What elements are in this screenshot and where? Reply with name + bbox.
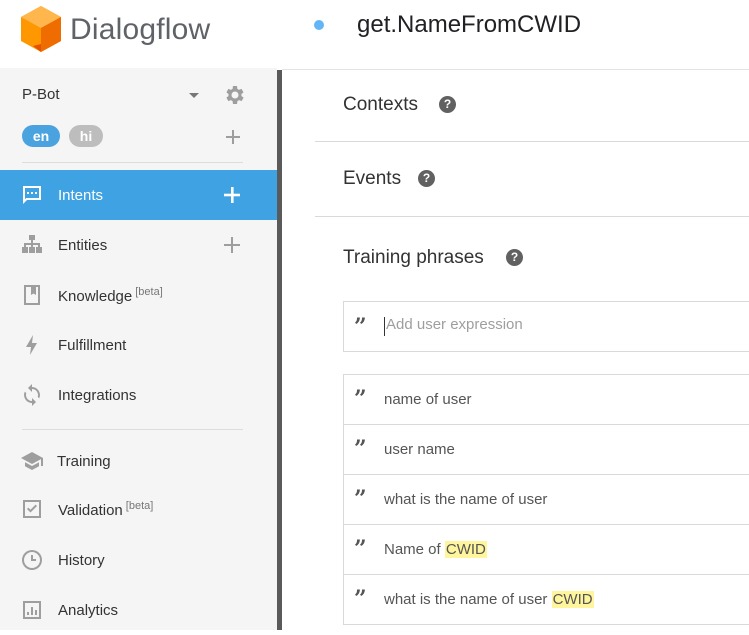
events-section[interactable]: Events ? [315,142,749,217]
sidebar-item-integrations[interactable]: Integrations [0,370,277,420]
list-item[interactable]: ” what is the name of user CWID [344,575,749,625]
sidebar-item-label: History [58,551,105,569]
graduation-cap-icon [21,452,43,470]
dialogflow-logo-icon [21,6,61,52]
sidebar-divider [22,429,243,430]
intent-title[interactable]: get.NameFromCWID [357,11,581,39]
sidebar-divider [22,162,243,163]
quote-icon: ” [354,586,367,612]
gear-icon[interactable] [222,83,246,107]
logo-bar: Dialogflow [0,0,277,68]
book-icon [24,285,40,305]
help-icon[interactable]: ? [439,96,456,113]
quote-icon: ” [354,314,367,340]
entity-annotation[interactable]: CWID [444,541,487,558]
add-expression-box[interactable]: ” [343,301,749,352]
quote-icon: ” [354,386,367,412]
sidebar-item-validation[interactable]: Validation [beta] [0,484,277,534]
help-icon[interactable]: ? [506,249,523,266]
phrase-text[interactable]: what is the name of user CWID [384,591,594,608]
add-intent-plus-icon[interactable] [222,185,242,205]
sidebar-item-knowledge[interactable]: Knowledge [beta] [0,270,277,320]
sidebar-item-training[interactable]: Training [0,436,277,486]
list-item[interactable]: ” user name [344,425,749,475]
sidebar-scrollbar[interactable] [277,70,282,630]
contexts-section[interactable]: Contexts ? [315,70,749,142]
sidebar-item-label: Analytics [58,601,119,619]
sidebar-item-entities[interactable]: Entities [0,220,277,270]
clock-icon [22,550,42,570]
language-chip-hi[interactable]: hi [69,125,103,147]
agent-name[interactable]: P-Bot [22,86,60,103]
sidebar-item-label: Entities [58,236,108,254]
sidebar-item-label: Training [57,452,111,470]
bar-chart-icon [23,601,41,619]
sidebar-item-intents[interactable]: Intents [0,170,277,220]
phrase-text[interactable]: Name of CWID [384,541,487,558]
help-icon[interactable]: ? [418,170,435,187]
training-phrases-title: Training phrases [343,247,484,268]
phrase-text[interactable]: what is the name of user [384,491,547,508]
phrase-text[interactable]: name of user [384,391,472,408]
checkbox-icon [23,500,41,518]
hierarchy-icon [22,235,42,253]
training-phrase-list: ” name of user ” user name ” what is the… [343,374,749,625]
entity-annotation[interactable]: CWID [551,591,594,608]
list-item[interactable]: ” what is the name of user [344,475,749,525]
beta-badge: [beta] [135,285,163,298]
sidebar-item-fulfillment[interactable]: Fulfillment [0,320,277,370]
sidebar-item-label: Knowledge [beta] [58,285,163,305]
chat-bubble-icon [23,186,41,204]
add-user-expression-input[interactable] [384,316,724,333]
add-entity-plus-icon[interactable] [222,235,242,255]
lightning-bolt-icon [26,335,37,355]
list-item[interactable]: ” Name of CWID [344,525,749,575]
language-chip-en[interactable]: en [22,125,60,147]
phrase-text[interactable]: user name [384,441,455,458]
sync-arrows-icon [24,384,40,406]
quote-icon: ” [354,436,367,462]
sidebar-item-label: Fulfillment [58,336,127,354]
quote-icon: ” [354,536,367,562]
sidebar-item-label: Validation [beta] [58,499,154,519]
sidebar-item-analytics[interactable]: Analytics [0,585,277,635]
beta-badge: [beta] [125,499,154,512]
sidebar-item-label: Integrations [58,386,137,404]
events-title: Events [343,168,402,189]
sidebar-item-label: Intents [58,186,104,204]
sidebar: Dialogflow P-Bot en hi Intents Entities [0,0,277,630]
list-item[interactable]: ” name of user [344,375,749,425]
add-language-plus-icon[interactable] [225,129,241,145]
app-name: Dialogflow [70,13,211,46]
intent-status-dot [314,20,324,30]
chevron-down-icon[interactable] [189,93,199,98]
contexts-title: Contexts [343,94,418,115]
sidebar-item-history[interactable]: History [0,535,277,585]
quote-icon: ” [354,486,367,512]
